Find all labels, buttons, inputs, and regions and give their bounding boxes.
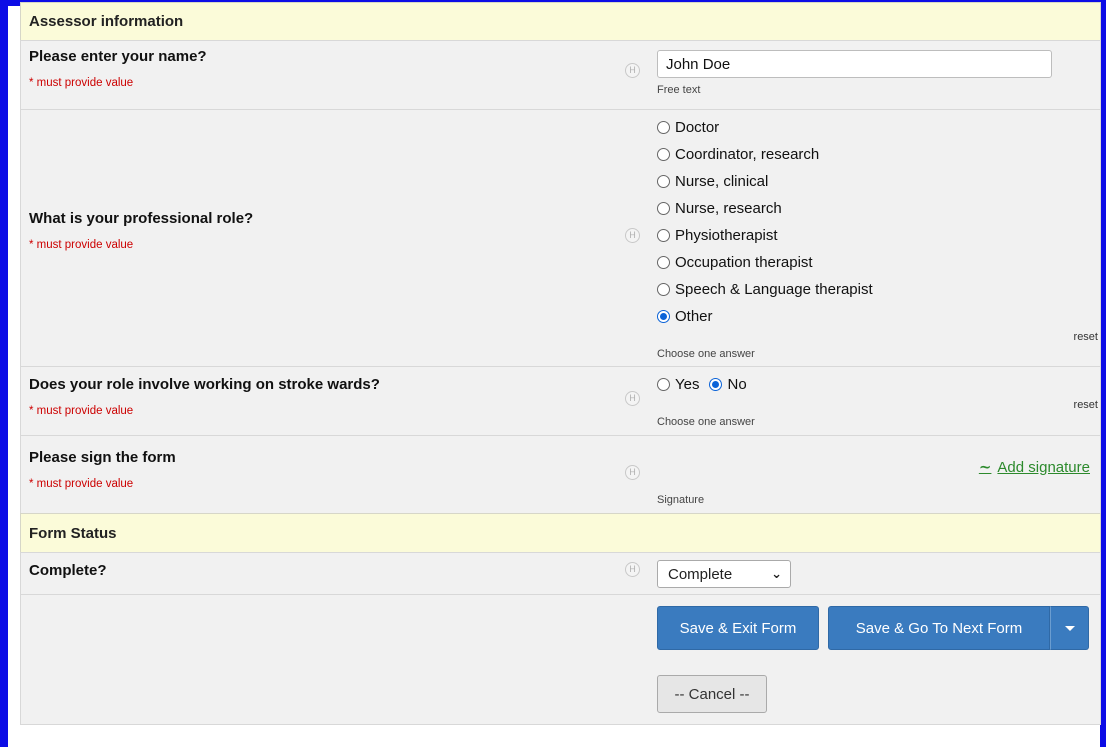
selected-value: Complete xyxy=(668,565,733,583)
radio-button[interactable] xyxy=(657,121,670,134)
name-input[interactable] xyxy=(657,50,1052,78)
required-note: * must provide value xyxy=(29,478,134,490)
required-note: * must provide value xyxy=(29,405,134,417)
section-title: Assessor information xyxy=(29,13,184,30)
radio-button[interactable] xyxy=(657,148,670,161)
help-icon[interactable]: H xyxy=(625,391,640,406)
radio-button[interactable] xyxy=(657,256,670,269)
radio-button[interactable] xyxy=(657,175,670,188)
option-label: Speech & Language therapist xyxy=(675,281,873,298)
role-option[interactable]: Occupation therapist xyxy=(657,249,873,276)
role-option[interactable]: Nurse, research xyxy=(657,195,873,222)
signature-row: Please sign the form * must provide valu… xyxy=(20,435,1101,513)
field-note: Free text xyxy=(657,84,701,96)
required-note: * must provide value xyxy=(29,77,134,89)
section-header-assessor: Assessor information xyxy=(20,2,1101,40)
question-label: Please enter your name? xyxy=(29,48,207,65)
role-option[interactable]: Other xyxy=(657,303,873,330)
radio-button[interactable] xyxy=(709,378,723,391)
field-note: Choose one answer xyxy=(657,416,755,428)
cancel-button[interactable]: -- Cancel -- xyxy=(657,675,767,713)
chevron-down-icon: ⌄ xyxy=(771,566,782,581)
option-label: Nurse, clinical xyxy=(675,173,769,190)
save-next-button[interactable]: Save & Go To Next Form xyxy=(828,606,1050,650)
question-label: What is your professional role? xyxy=(29,210,254,227)
field-note: Choose one answer xyxy=(657,348,755,360)
role-option[interactable]: Nurse, clinical xyxy=(657,168,873,195)
radio-button[interactable] xyxy=(657,229,670,242)
save-options-dropdown[interactable] xyxy=(1050,606,1089,650)
option-label: Nurse, research xyxy=(675,200,782,217)
stroke-options: Yes No xyxy=(657,371,757,398)
option-label: Physiotherapist xyxy=(675,227,778,244)
reset-link[interactable]: reset xyxy=(1074,399,1098,411)
actions-row: Save & Exit Form Save & Go To Next Form … xyxy=(20,594,1101,725)
option-label: Coordinator, research xyxy=(675,146,820,163)
caret-down-icon xyxy=(1064,625,1075,631)
role-option[interactable]: Doctor xyxy=(657,114,873,141)
radio-button[interactable] xyxy=(657,310,670,323)
question-label: Does your role involve working on stroke… xyxy=(29,376,380,393)
question-label: Please sign the form xyxy=(29,449,176,466)
stroke-row: Does your role involve working on stroke… xyxy=(20,366,1101,435)
section-title: Form Status xyxy=(29,524,117,542)
option-label: Other xyxy=(675,308,713,325)
complete-select[interactable]: Complete ⌄ xyxy=(657,560,791,588)
role-option[interactable]: Speech & Language therapist xyxy=(657,276,873,303)
add-signature-link[interactable]: ~ Add signature xyxy=(979,458,1090,476)
stroke-option[interactable]: Yes xyxy=(657,371,699,398)
window-frame-left xyxy=(0,0,8,747)
question-label: Complete? xyxy=(29,562,107,579)
option-label: Yes xyxy=(675,376,700,393)
role-option[interactable]: Physiotherapist xyxy=(657,222,873,249)
radio-button[interactable] xyxy=(657,378,670,391)
name-row: Please enter your name? * must provide v… xyxy=(20,40,1101,109)
help-icon[interactable]: H xyxy=(625,228,640,243)
option-label: Occupation therapist xyxy=(675,254,813,271)
help-icon[interactable]: H xyxy=(625,465,640,480)
save-exit-button[interactable]: Save & Exit Form xyxy=(657,606,819,650)
role-options: Doctor Coordinator, research Nurse, clinic… xyxy=(657,114,873,330)
required-note: * must provide value xyxy=(29,239,134,251)
role-row: What is your professional role? * must p… xyxy=(20,109,1101,366)
add-signature-label: Add signature xyxy=(997,458,1090,476)
data-entry-form: Assessor information Please enter your n… xyxy=(20,2,1101,725)
complete-row: Complete? H Complete ⌄ xyxy=(20,552,1101,594)
help-icon[interactable]: H xyxy=(625,63,640,78)
role-option[interactable]: Coordinator, research xyxy=(657,141,873,168)
signature-pen-icon: ~ xyxy=(978,458,992,476)
reset-link[interactable]: reset xyxy=(1074,331,1098,343)
stroke-option[interactable]: No xyxy=(709,371,747,398)
radio-button[interactable] xyxy=(657,202,670,215)
help-icon[interactable]: H xyxy=(625,562,640,577)
radio-button[interactable] xyxy=(657,283,670,296)
section-header-status: Form Status xyxy=(20,513,1101,552)
field-note: Signature xyxy=(657,494,705,506)
option-label: No xyxy=(727,376,747,393)
option-label: Doctor xyxy=(675,119,720,136)
